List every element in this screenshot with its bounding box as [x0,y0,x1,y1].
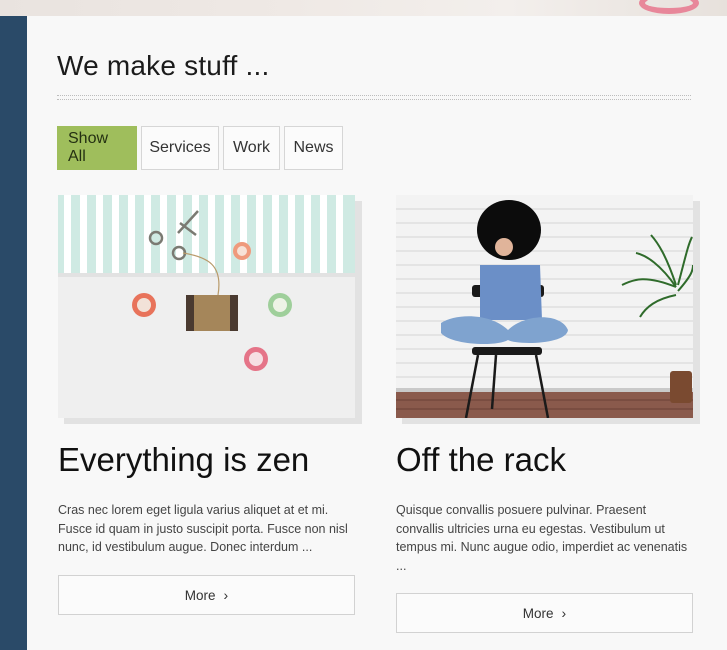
more-button[interactable]: More › [58,575,355,615]
filter-news-button[interactable]: News [284,126,343,170]
portfolio-card: Everything is zen Cras nec lorem eget li… [58,195,362,615]
card-image[interactable] [396,195,700,424]
portfolio-section: We make stuff ... Show All Services Work… [27,16,727,650]
card-title[interactable]: Everything is zen [58,441,309,479]
chevron-right-icon: › [223,587,229,603]
more-button-label: More [522,605,554,621]
card-image[interactable] [58,195,362,424]
more-button-label: More [184,587,216,603]
chevron-right-icon: › [561,605,567,621]
more-button[interactable]: More › [396,593,693,633]
filter-show-all-button[interactable]: Show All [57,126,137,170]
washi-tape-decoration [639,0,699,14]
card-excerpt: Quisque convallis posuere pulvinar. Prae… [396,503,688,573]
header-image-strip [0,0,727,16]
section-divider [57,95,691,100]
card-title[interactable]: Off the rack [396,441,566,479]
woman-with-hat-photo [396,195,693,418]
card-excerpt: Cras nec lorem eget ligula varius alique… [58,503,348,554]
filter-work-button[interactable]: Work [223,126,280,170]
filter-bar: Show All Services Work News [57,126,343,170]
section-title: We make stuff ... [57,50,270,81]
filter-services-button[interactable]: Services [141,126,219,170]
left-sidebar [0,16,27,650]
portfolio-card: Off the rack Quisque convallis posuere p… [396,195,700,633]
craft-supplies-photo [58,195,355,418]
